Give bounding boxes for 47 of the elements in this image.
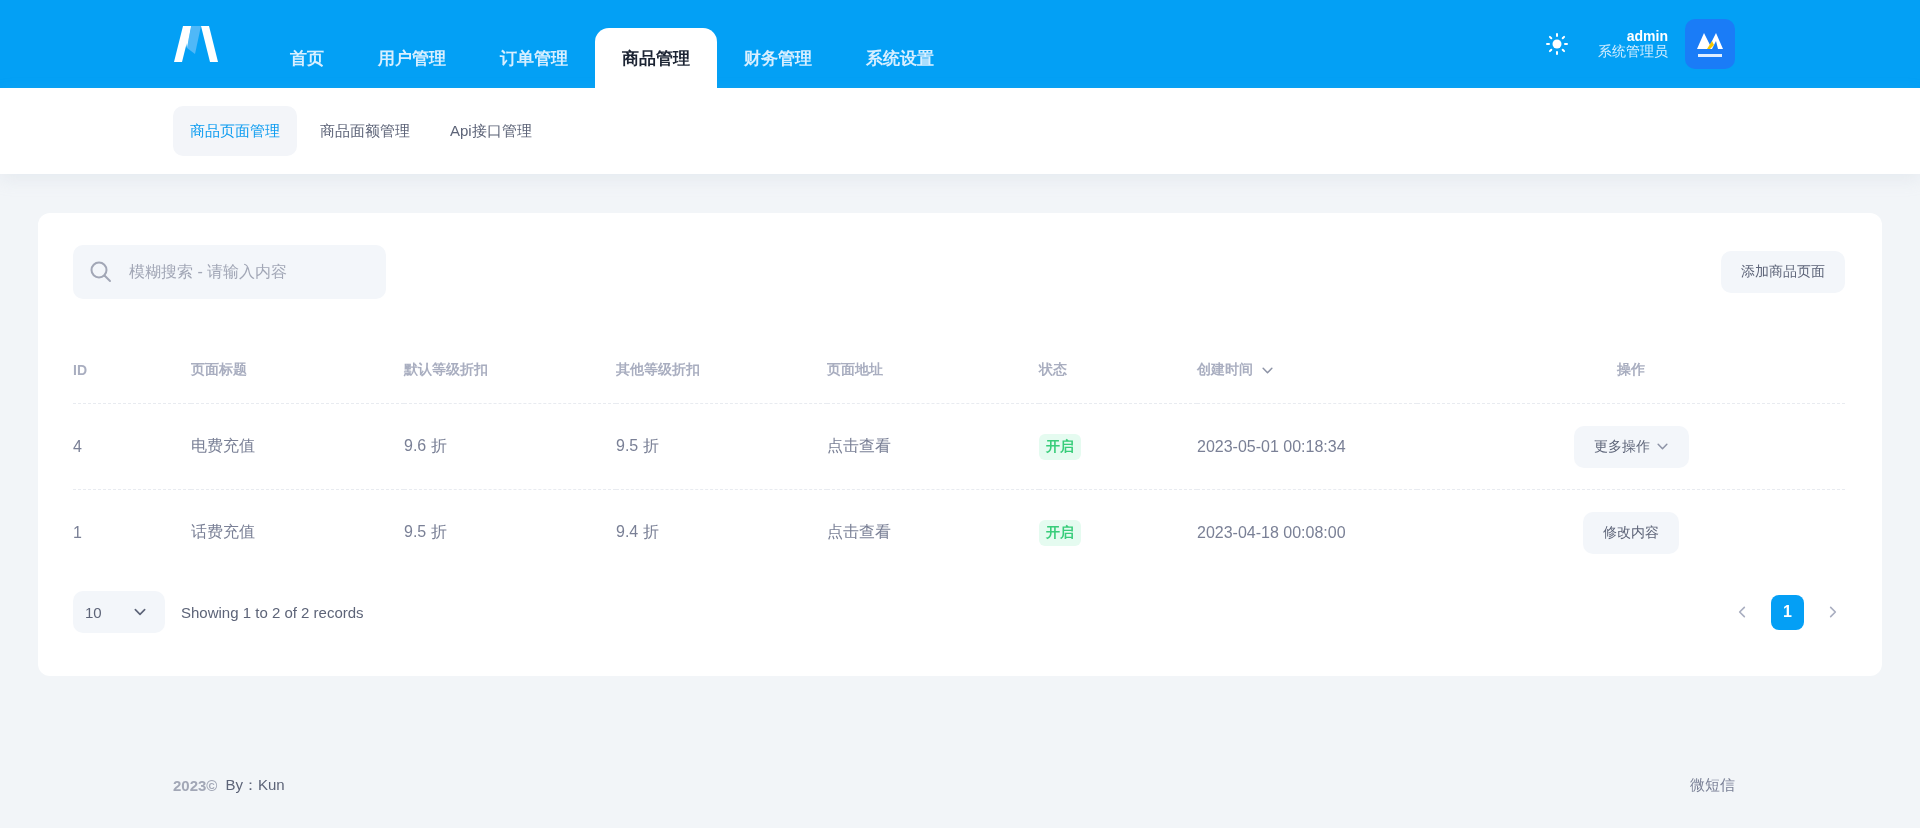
- discount-cell-text: 9.4 折: [616, 522, 659, 542]
- nav-tab[interactable]: 首页: [263, 28, 351, 88]
- search-icon: [89, 260, 113, 284]
- column-header: 其他等级折扣: [616, 361, 700, 379]
- column-header: ID: [73, 362, 87, 378]
- id-cell: 1: [73, 523, 82, 542]
- subnav-tab[interactable]: Api接口管理: [433, 106, 549, 156]
- title-cell-text: 电费充值: [191, 436, 255, 456]
- created-time-cell: 2023-05-01 00:18:34: [1197, 437, 1346, 456]
- subnav-tab[interactable]: 商品页面管理: [173, 106, 297, 156]
- edit-content-button[interactable]: 修改内容: [1583, 511, 1679, 554]
- column-header: 创建时间: [1197, 361, 1253, 379]
- avatar-logo-icon[interactable]: [1685, 19, 1735, 69]
- user-name: admin: [1626, 29, 1668, 44]
- copyright-year: 2023©: [173, 777, 218, 794]
- page-link[interactable]: 点击查看: [827, 436, 891, 457]
- nav-tab[interactable]: 订单管理: [473, 28, 595, 88]
- user-role: 系统管理员: [1598, 44, 1668, 59]
- nav-tab[interactable]: 财务管理: [717, 28, 839, 88]
- sun-icon[interactable]: [1546, 33, 1568, 55]
- subnav-tab[interactable]: 商品面额管理: [303, 106, 427, 156]
- created-time-cell: 2023-04-18 00:08:00: [1197, 523, 1346, 542]
- more-actions-dropdown[interactable]: 更多操作: [1573, 425, 1689, 468]
- nav-tab[interactable]: 用户管理: [351, 28, 473, 88]
- status-tag: 开启: [1039, 519, 1081, 546]
- page-size-select[interactable]: 10: [73, 591, 165, 633]
- discount-cell-text: 9.6 折: [404, 436, 447, 456]
- id-cell: 4: [73, 437, 82, 456]
- column-header: 操作: [1617, 361, 1645, 379]
- header-cell[interactable]: 创建时间: [1197, 337, 1417, 404]
- nav-tab[interactable]: 商品管理: [595, 28, 717, 88]
- page-link[interactable]: 点击查看: [827, 522, 891, 543]
- add-page-button[interactable]: 添加商品页面: [1721, 251, 1845, 293]
- discount-cell-text: 9.5 折: [616, 436, 659, 456]
- author-text: By：Kun: [225, 776, 285, 795]
- title-cell-text: 话费充值: [191, 522, 255, 542]
- records-summary: Showing 1 to 2 of 2 records: [181, 603, 364, 621]
- nav-tab[interactable]: 系统设置: [839, 28, 961, 88]
- column-header: 状态: [1039, 361, 1067, 379]
- discount-cell-text: 9.5 折: [404, 522, 447, 542]
- column-header: 默认等级折扣: [404, 361, 488, 379]
- page-number-button[interactable]: 1: [1771, 594, 1804, 630]
- search-field[interactable]: 模糊搜索 - 请输入内容: [73, 245, 386, 299]
- footer-link[interactable]: 微短信: [1690, 776, 1735, 795]
- column-header: 页面标题: [191, 361, 247, 379]
- status-tag: 开启: [1039, 433, 1081, 460]
- column-header: 页面地址: [827, 361, 883, 379]
